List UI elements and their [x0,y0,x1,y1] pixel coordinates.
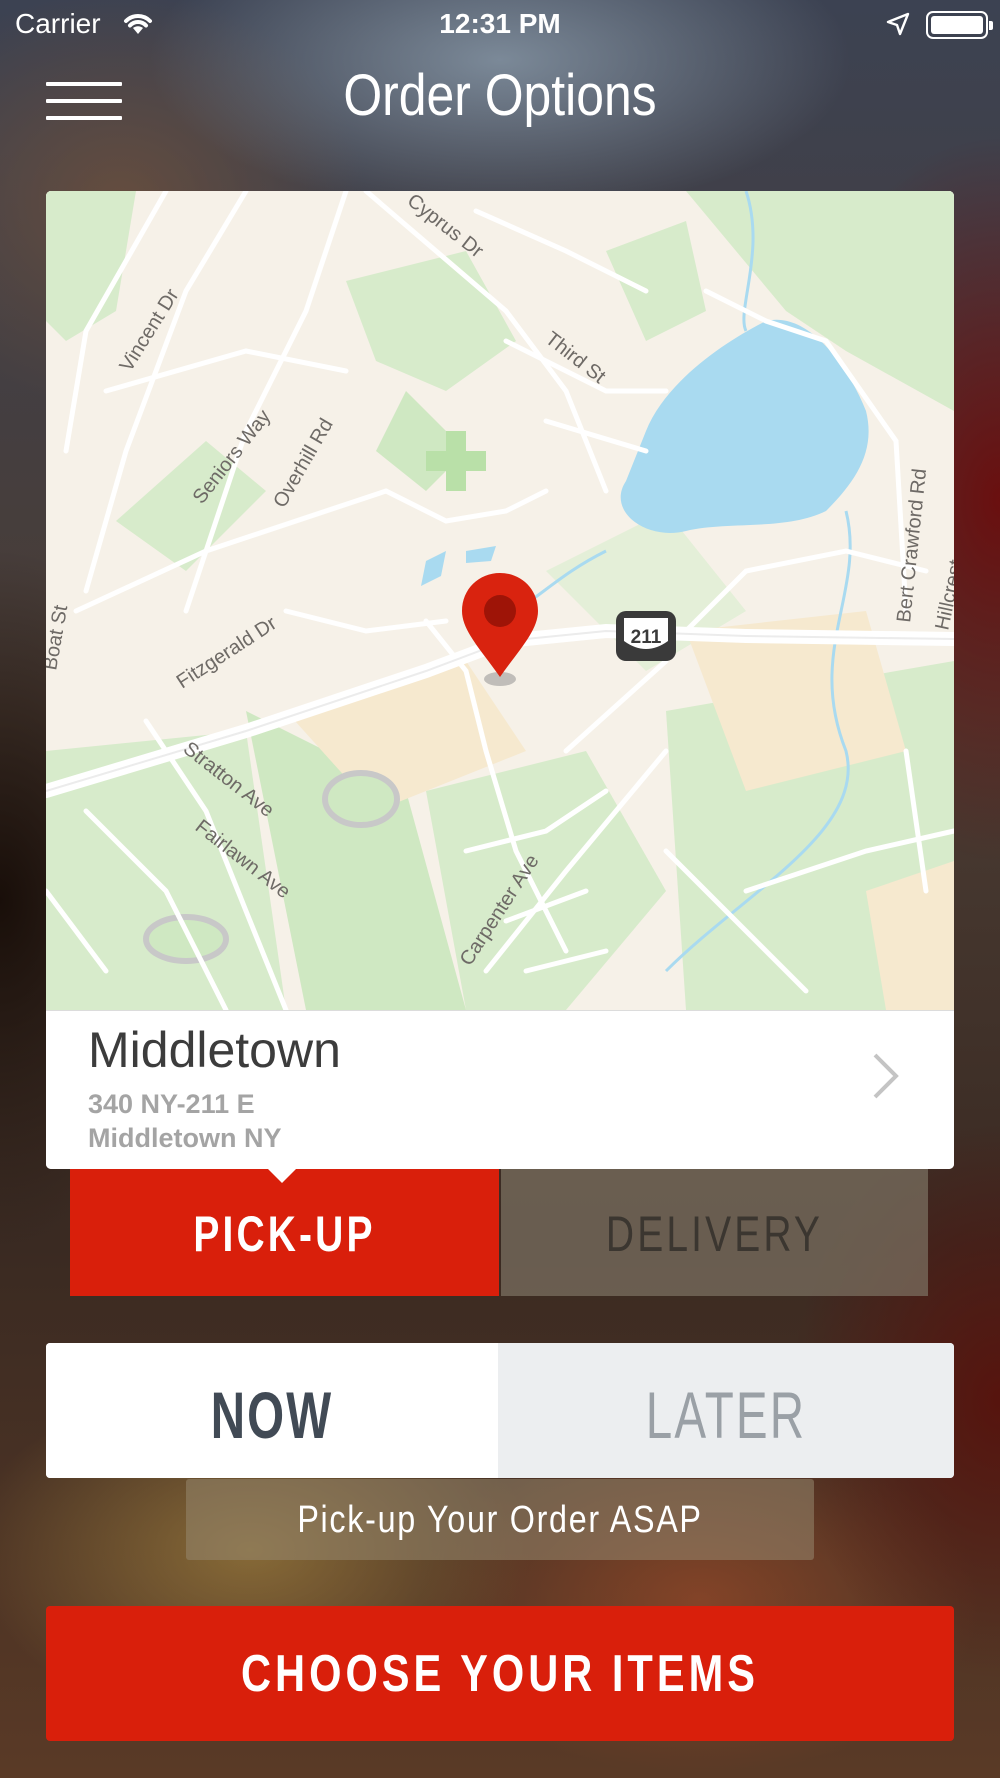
store-street: 340 NY-211 E [88,1089,255,1119]
page-title: Order Options [343,63,657,128]
pickup-tab[interactable]: PICK-UP [70,1168,499,1296]
now-tab[interactable]: NOW [46,1343,498,1478]
store-map[interactable]: Cyprus Dr Vincent Dr Third St Seniors Wa… [46,191,954,1010]
battery-icon [926,11,993,39]
now-label: NOW [210,1378,334,1452]
later-label: LATER [645,1378,807,1452]
delivery-tab[interactable]: DELIVERY [501,1169,928,1296]
location-arrow-icon [886,12,910,36]
store-name: Middletown [88,1022,341,1078]
store-location-row[interactable]: Middletown 340 NY-211 E Middletown NY [46,1010,954,1169]
status-time: 12:31 PM [439,8,561,39]
store-city: Middletown NY [88,1123,282,1153]
route-211-shield: 211 [616,611,676,661]
route-shield-number: 211 [631,627,662,648]
choose-items-button[interactable]: CHOOSE YOUR ITEMS [46,1606,954,1741]
choose-items-label: CHOOSE YOUR ITEMS [241,1645,759,1703]
service-type-toggle: PICK-UP DELIVERY [70,1168,928,1296]
delivery-label: DELIVERY [605,1206,824,1262]
store-card: Cyprus Dr Vincent Dr Third St Seniors Wa… [46,191,954,1169]
later-tab[interactable]: LATER [498,1343,954,1478]
chevron-right-icon[interactable] [870,1051,900,1101]
asap-note: Pick-up Your Order ASAP [186,1479,814,1560]
pickup-label: PICK-UP [193,1206,376,1262]
status-bar: Carrier 12:31 PM [0,0,1000,50]
order-time-toggle: NOW LATER [46,1343,954,1478]
selection-notch [267,1168,297,1183]
asap-note-text: Pick-up Your Order ASAP [297,1499,703,1541]
